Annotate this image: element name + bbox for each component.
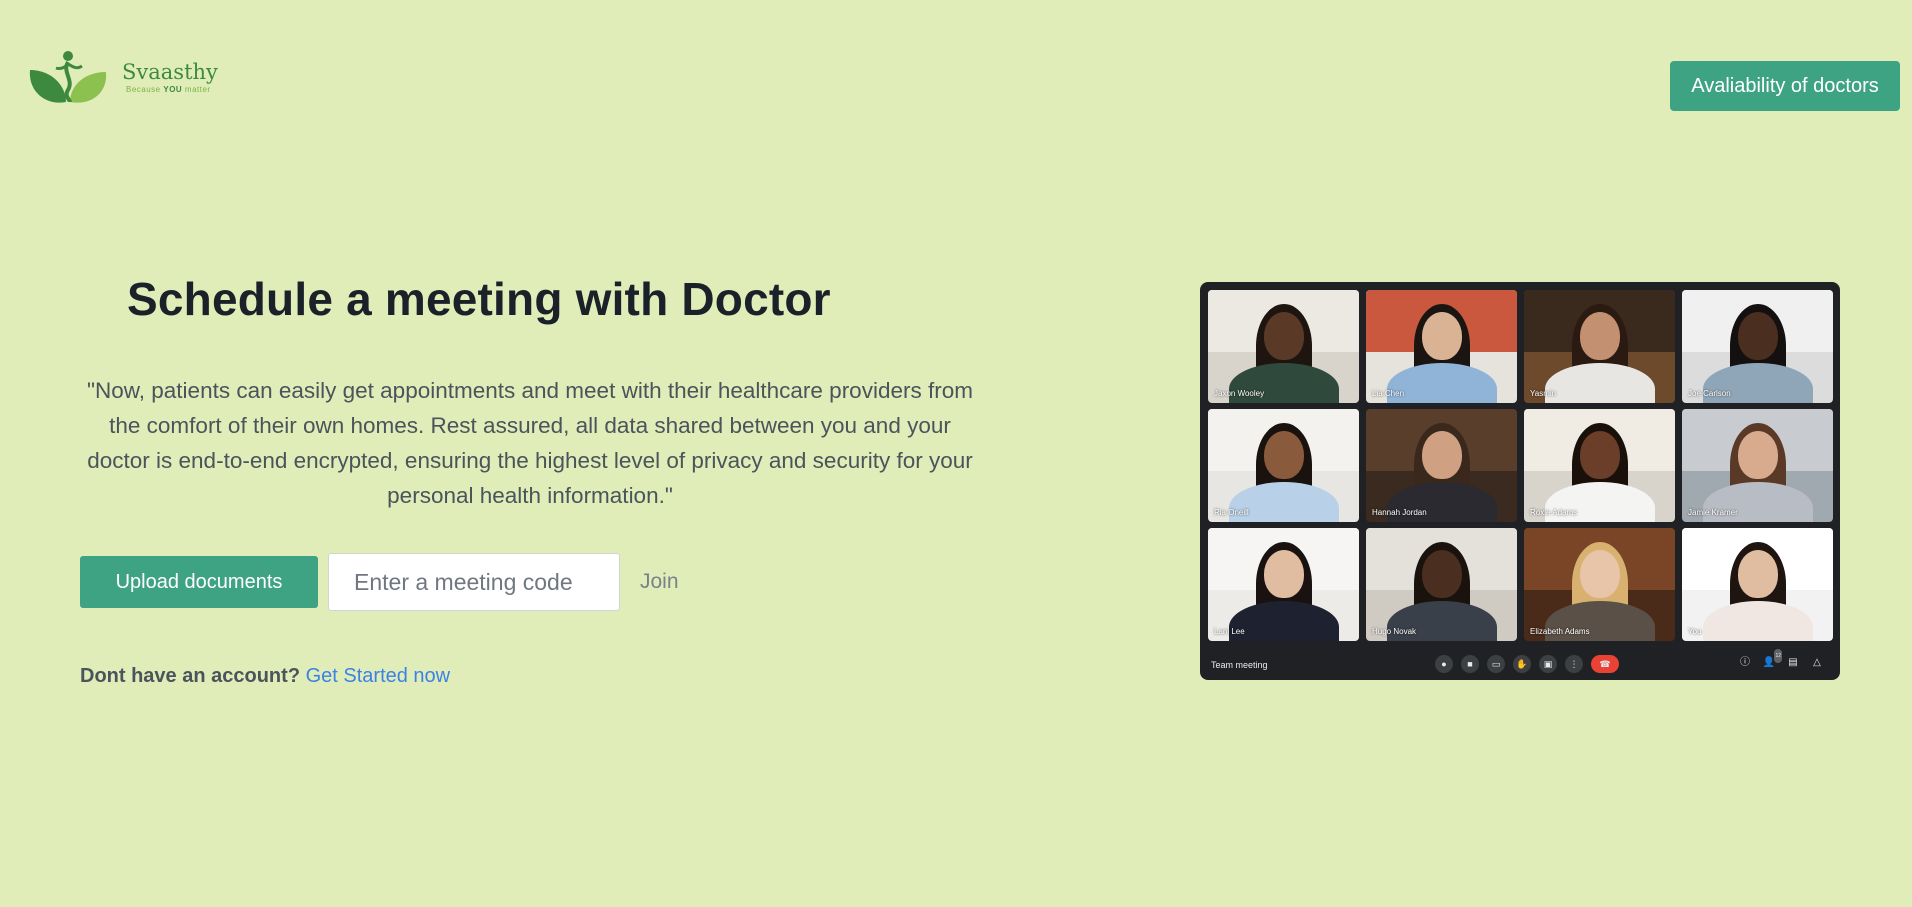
brand-tagline: Because YOU matter — [126, 85, 211, 94]
participant-tile: Hugo Novak — [1366, 528, 1517, 641]
end-call-icon: ☎ — [1591, 655, 1619, 673]
get-started-link[interactable]: Get Started now — [306, 665, 451, 687]
participant-tile: Jaxon Wooley — [1208, 290, 1359, 403]
leaf-logo-icon — [29, 51, 107, 103]
participant-name: Yasmin — [1530, 389, 1557, 398]
present-screen-icon: ▣ — [1539, 655, 1557, 673]
participant-tile: You — [1682, 528, 1833, 641]
participant-name: Joe Carlson — [1688, 389, 1731, 398]
participant-name: Hugo Novak — [1372, 627, 1417, 636]
chat-icon: ▤ — [1788, 657, 1798, 668]
participant-tile: Joe Carlson — [1682, 290, 1833, 403]
meeting-code-input[interactable] — [328, 553, 620, 611]
participant-tile: Jamie Kramer — [1682, 409, 1833, 522]
participant-tile: Yasmin — [1524, 290, 1675, 403]
signup-prompt: Dont have an account? Get Started now — [80, 665, 450, 688]
page-title: Schedule a meeting with Doctor — [127, 273, 831, 325]
participant-name: Ria Oneill — [1214, 508, 1249, 517]
participant-name: You — [1688, 627, 1702, 636]
camera-icon: ■ — [1461, 655, 1479, 673]
availability-of-doctors-button[interactable]: Avaliability of doctors — [1670, 61, 1900, 111]
raise-hand-icon: ✋ — [1513, 655, 1531, 673]
participant-name: Lia Chen — [1372, 389, 1405, 398]
participant-tile: Elizabeth Adams — [1524, 528, 1675, 641]
meeting-title: Team meeting — [1211, 660, 1268, 670]
info-icon: ⓘ — [1740, 657, 1750, 668]
people-icon: 👤 12 — [1762, 649, 1782, 670]
participant-tile: Ria Oneill — [1208, 409, 1359, 522]
captions-icon: ▭ — [1487, 655, 1505, 673]
participant-name: Hannah Jordan — [1372, 508, 1427, 517]
participant-tile: Hannah Jordan — [1366, 409, 1517, 522]
join-button[interactable]: Join — [640, 570, 679, 594]
participant-name: Jamie Kramer — [1688, 508, 1738, 517]
microphone-icon: ● — [1435, 655, 1453, 673]
participant-tile: Roxie Adams — [1524, 409, 1675, 522]
more-options-icon: ⋮ — [1565, 655, 1583, 673]
participant-grid: Jaxon Wooley Lia Chen Yasmin Joe Carlson Ria… — [1208, 290, 1833, 641]
participant-name: Lani Lee — [1214, 627, 1245, 636]
participant-name: Roxie Adams — [1530, 508, 1578, 517]
brand-logo[interactable]: Svaasthy Because YOU matter — [26, 50, 218, 106]
activities-icon: △ — [1813, 657, 1821, 668]
participant-name: Elizabeth Adams — [1530, 627, 1590, 636]
participant-tile: Lani Lee — [1208, 528, 1359, 641]
upload-documents-button[interactable]: Upload documents — [80, 556, 318, 608]
brand-name: Svaasthy — [122, 60, 218, 84]
participant-name: Jaxon Wooley — [1214, 389, 1265, 398]
meeting-controls-bar: Team meeting ● ■ ▭ ✋ ▣ ⋮ ☎ ⓘ 👤 12 ▤ △ — [1208, 645, 1832, 685]
video-meeting-preview-image: Jaxon Wooley Lia Chen Yasmin Joe Carlson Ria… — [1200, 282, 1840, 680]
meeting-actions: Upload documents Join — [80, 553, 679, 611]
hero-description: "Now, patients can easily get appointmen… — [87, 378, 973, 508]
signup-prompt-text: Dont have an account? — [80, 665, 301, 687]
participant-tile: Lia Chen — [1366, 290, 1517, 403]
